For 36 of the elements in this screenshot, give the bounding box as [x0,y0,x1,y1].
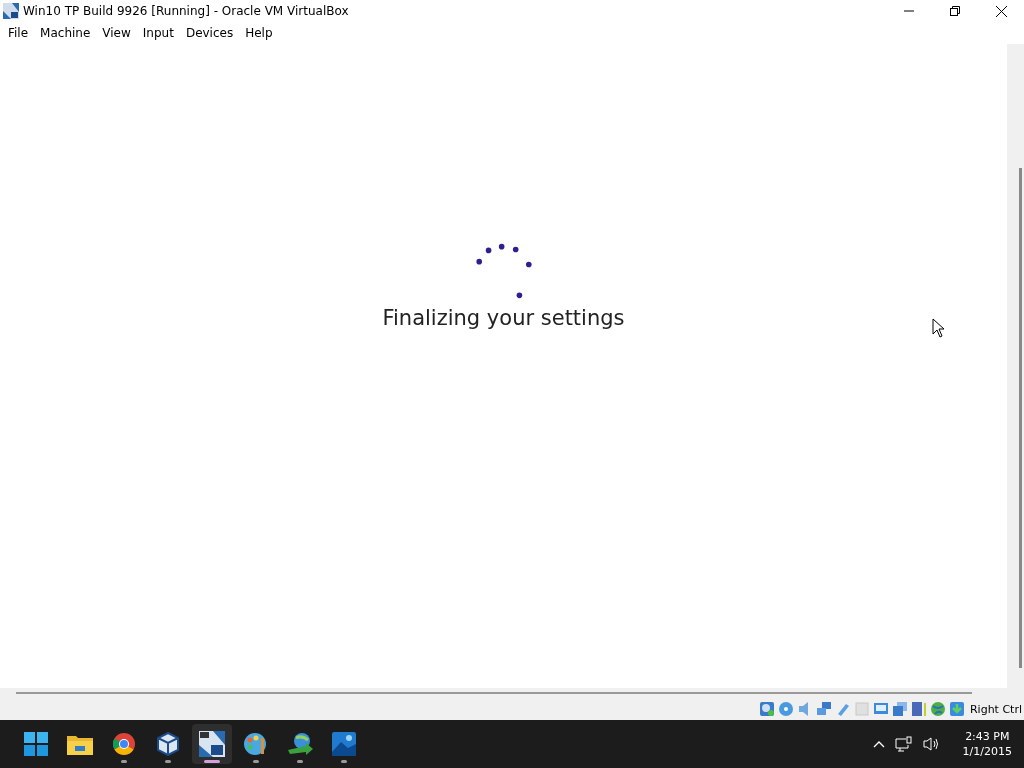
clock-time[interactable]: 2:43 PM [965,730,1010,743]
menu-item[interactable]: Input [136,26,180,40]
download-icon[interactable] [948,701,965,717]
browser-icon [112,732,136,756]
virtual-machine-icon [199,731,225,757]
loading-spinner-icon [473,242,534,300]
windows-icon[interactable] [891,701,908,717]
menu-item[interactable]: Devices [179,26,240,40]
menu-item[interactable]: Help [239,26,279,40]
speaker-icon[interactable] [922,736,941,752]
virtualization-icon[interactable] [910,701,927,717]
windows-logo-icon [24,732,48,756]
status-message: Finalizing your settings [382,306,625,330]
chevron-up-icon[interactable] [872,740,885,748]
folder-icon [67,733,93,755]
virtualbox-logo-icon [3,3,19,19]
menu-item[interactable]: View [96,26,137,40]
paint-palette-icon [243,732,269,756]
taskbar-app[interactable] [192,724,232,764]
globe-icon[interactable] [929,701,946,717]
window-title: Win10 TP Build 9926 [Running] - Oracle VM VirtualBox [23,4,350,18]
cube-icon [157,732,179,756]
network-icon[interactable] [894,736,913,752]
globe-arrow-icon [286,732,314,756]
mouse-pointer-icon [932,318,946,338]
close-icon [995,5,1007,17]
restore-icon [950,6,960,16]
menu-item[interactable]: Machine [34,26,97,40]
clock-date[interactable]: 1/1/2015 [962,745,1012,758]
vertical-scrollbar[interactable] [1019,168,1022,668]
horizontal-scrollbar[interactable] [16,692,972,694]
host-key-label: Right Ctrl [969,702,1022,716]
display-icon[interactable] [872,701,889,717]
photos-icon [332,732,356,756]
optical-disc-icon[interactable] [777,701,794,717]
menu-item[interactable]: File [2,26,35,40]
